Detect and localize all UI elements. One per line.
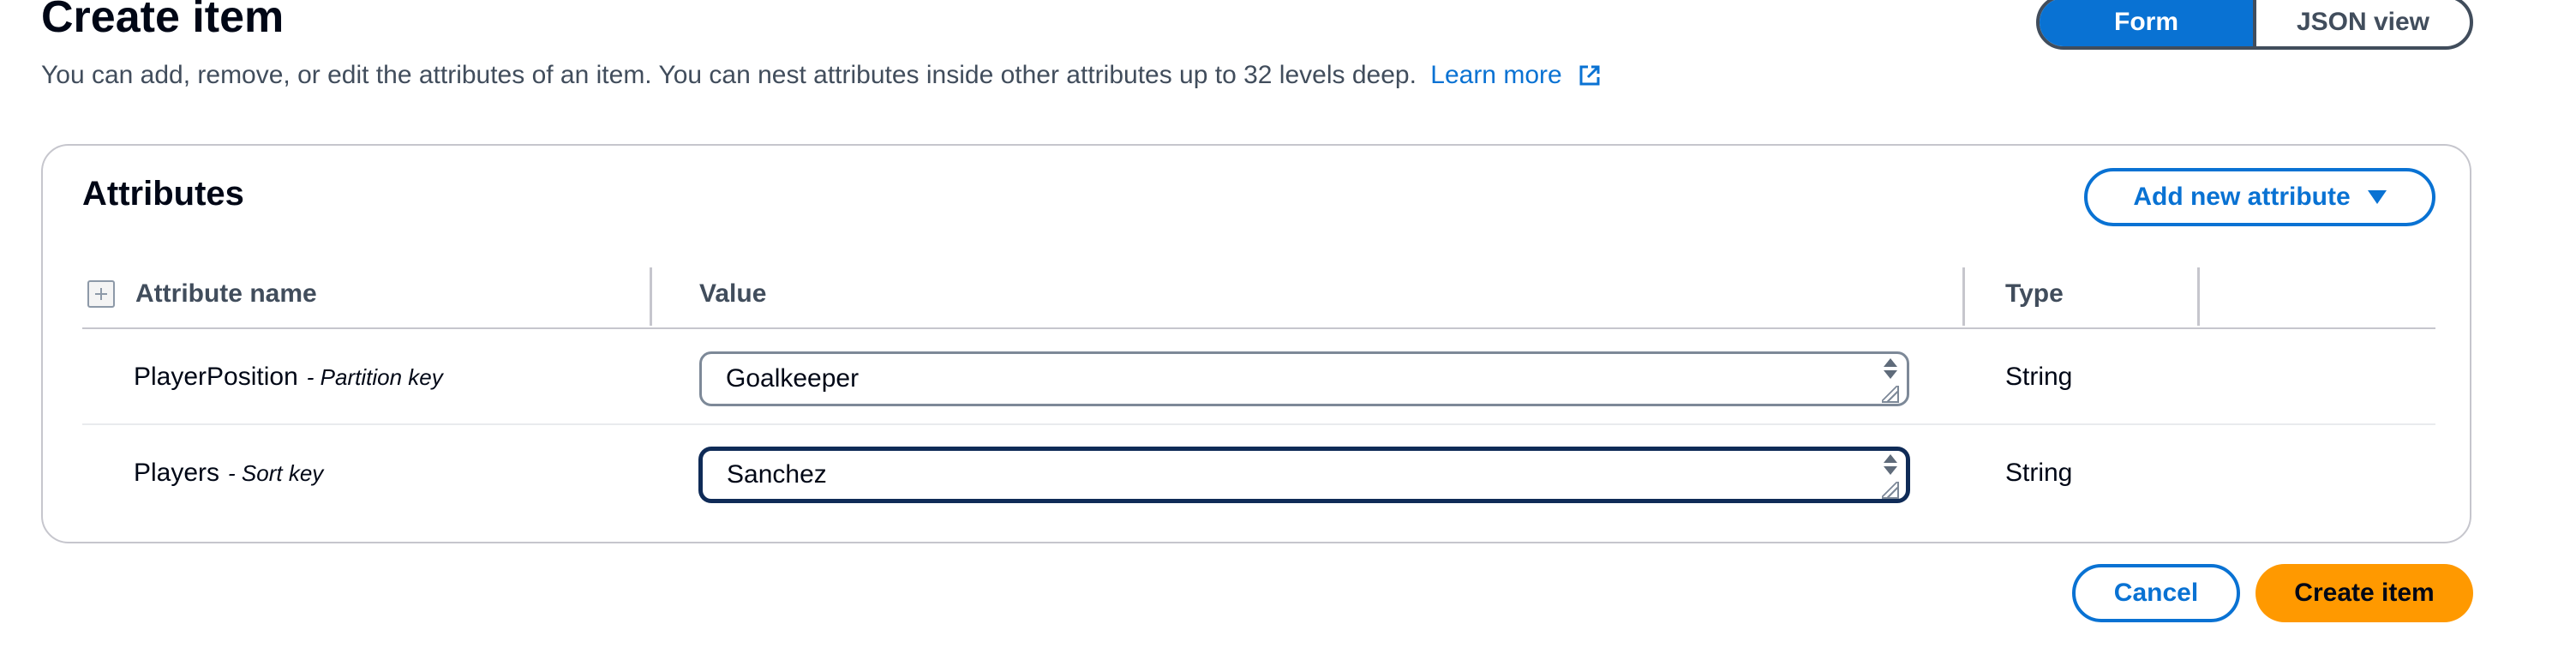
description-text: You can add, remove, or edit the attribu…	[41, 61, 1417, 89]
column-resize-divider[interactable]	[650, 267, 652, 326]
chevron-down-icon[interactable]	[1884, 370, 1897, 379]
partition-key-label: - Partition key	[306, 363, 443, 390]
attribute-type: String	[2005, 459, 2073, 487]
textarea-resize-handle[interactable]	[1882, 482, 1899, 499]
column-resize-divider[interactable]	[1962, 267, 1965, 326]
view-mode-toggle: Form JSON view	[2036, 0, 2473, 50]
attributes-table-header: Attribute name Value Type	[82, 261, 2435, 329]
page-description: You can add, remove, or edit the attribu…	[41, 58, 1602, 97]
caret-down-icon	[2367, 190, 2387, 204]
attribute-name: PlayerPosition	[134, 363, 298, 391]
external-link-icon	[1578, 63, 1602, 97]
cancel-button[interactable]: Cancel	[2072, 564, 2240, 622]
page-title: Create item	[41, 0, 285, 42]
add-new-attribute-label: Add new attribute	[2133, 183, 2351, 211]
value-column-header: Value	[699, 261, 766, 327]
attribute-name-cell: Players - Sort key	[134, 427, 323, 519]
attribute-name-column-header: Attribute name	[87, 261, 317, 327]
create-item-button[interactable]: Create item	[2255, 564, 2473, 622]
attribute-name-header-label: Attribute name	[135, 279, 317, 308]
table-row: Players - Sort key String	[82, 427, 2435, 521]
type-column-header: Type	[2005, 261, 2064, 327]
attributes-panel: Attributes Add new attribute Attribute n…	[41, 144, 2471, 543]
learn-more-link[interactable]: Learn more	[1430, 61, 1602, 89]
column-resize-divider[interactable]	[2197, 267, 2200, 326]
form-view-option[interactable]: Form	[2040, 0, 2253, 46]
table-row: PlayerPosition - Partition key String	[82, 331, 2435, 425]
create-item-page: Create item You can add, remove, or edit…	[0, 0, 2576, 654]
attribute-value-input[interactable]	[699, 447, 1909, 502]
chevron-down-icon[interactable]	[1884, 466, 1897, 475]
expand-all-icon[interactable]	[87, 280, 115, 308]
attribute-name-cell: PlayerPosition - Partition key	[134, 331, 443, 423]
textarea-resize-handle[interactable]	[1882, 386, 1899, 403]
add-new-attribute-button[interactable]: Add new attribute	[2084, 168, 2435, 226]
type-header-label: Type	[2005, 279, 2064, 308]
attribute-type: String	[2005, 363, 2073, 391]
sort-key-label: - Sort key	[228, 459, 324, 486]
chevron-up-icon[interactable]	[1884, 358, 1897, 367]
learn-more-label: Learn more	[1430, 61, 1562, 89]
attributes-title: Attributes	[82, 175, 244, 213]
value-header-label: Value	[699, 279, 767, 308]
chevron-up-icon[interactable]	[1884, 454, 1897, 463]
attribute-value-input[interactable]	[699, 351, 1909, 406]
attribute-name: Players	[134, 459, 220, 487]
json-view-option[interactable]: JSON view	[2253, 0, 2470, 46]
